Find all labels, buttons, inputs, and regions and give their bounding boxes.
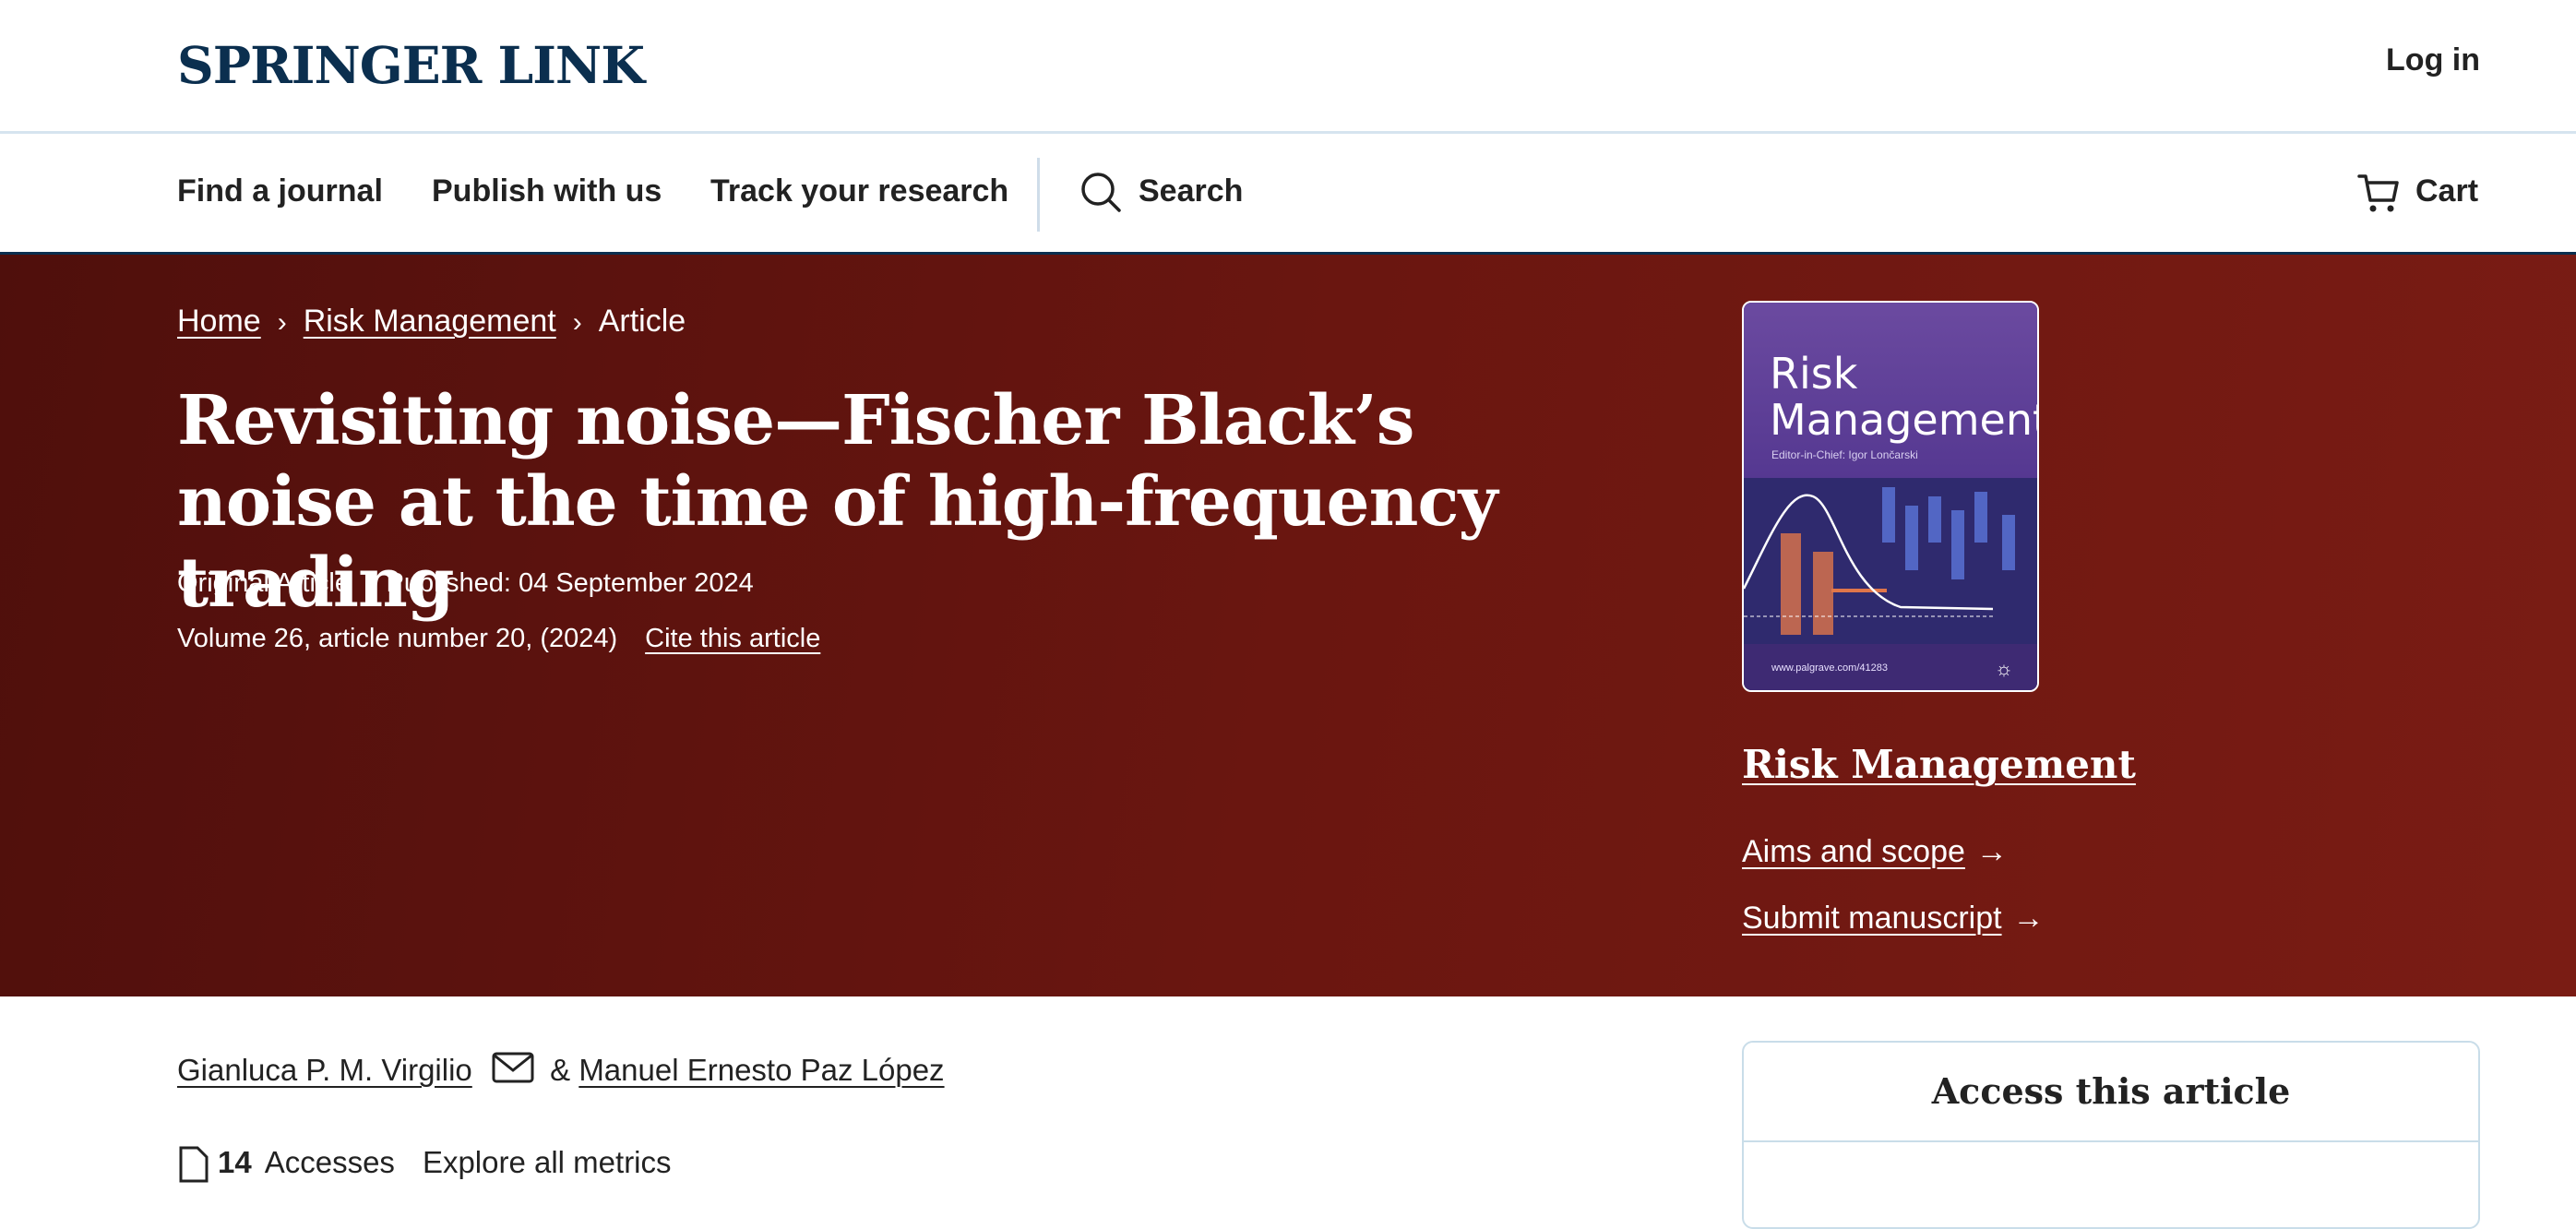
aims-scope-link[interactable]: Aims and scope — [1742, 834, 1965, 869]
explore-metrics-link[interactable]: Explore all metrics — [423, 1145, 672, 1179]
article-type: Original Article — [177, 568, 350, 598]
cart-label: Cart — [2415, 173, 2479, 209]
arrow-right-icon: → — [2012, 901, 2045, 936]
aims-scope-row: Aims and scope → — [1742, 834, 2008, 870]
springer-link-logo[interactable]: SPRINGER LINK — [177, 35, 645, 96]
chevron-right-icon: › — [277, 307, 287, 338]
author-list: Gianluca P. M. Virgilio & Manuel Ernesto… — [177, 1050, 945, 1094]
meta-separator: | — [364, 568, 372, 598]
cart-icon — [2357, 174, 2399, 212]
nav-track-research[interactable]: Track your research — [710, 171, 1008, 211]
search-label: Search — [1139, 173, 1244, 209]
search-button[interactable]: Search — [1079, 171, 1264, 212]
submit-manuscript-row: Submit manuscript → — [1742, 901, 2045, 937]
breadcrumb-home[interactable]: Home — [177, 304, 261, 339]
main-nav: Find a journal Publish with us Track you… — [0, 134, 2576, 255]
nav-publish-with-us[interactable]: Publish with us — [432, 171, 662, 211]
journal-name-link[interactable]: Risk Management — [1742, 742, 2136, 787]
breadcrumb-journal[interactable]: Risk Management — [304, 304, 556, 339]
email-icon[interactable] — [492, 1051, 534, 1094]
journal-cover[interactable]: Risk Management Editor-in-Chief: Igor Lon… — [1742, 301, 2039, 692]
published-date: Published: 04 September 2024 — [386, 568, 754, 598]
publisher-mark-icon: ☼ — [1994, 657, 2013, 680]
document-icon — [179, 1146, 209, 1183]
cover-image — [1744, 478, 2037, 644]
access-article-title: Access this article — [1931, 1070, 2291, 1112]
author-link[interactable]: Manuel Ernesto Paz López — [578, 1053, 944, 1087]
search-icon — [1081, 173, 1121, 212]
submit-manuscript-link[interactable]: Submit manuscript — [1742, 901, 2002, 936]
author-link[interactable]: Gianluca P. M. Virgilio — [177, 1053, 472, 1087]
cover-title: Risk Management — [1770, 349, 2039, 445]
article-volume-row: Volume 26, article number 20, (2024) Cite… — [177, 620, 820, 657]
article-metrics: 14 Accesses Explore all metrics — [177, 1142, 672, 1183]
breadcrumb-current: Article — [598, 304, 686, 339]
nav-find-journal[interactable]: Find a journal — [177, 171, 383, 211]
article-hero: Home › Risk Management › Article Revisiting … — [0, 255, 2576, 996]
accesses-count: 14 — [218, 1145, 252, 1179]
author-separator: & — [550, 1053, 571, 1087]
nav-divider — [1037, 158, 1040, 232]
cite-article-link[interactable]: Cite this article — [645, 624, 820, 653]
article-meta: Original Article | Published: 04 September… — [177, 565, 754, 602]
cart-button[interactable]: Cart — [2356, 171, 2480, 212]
cover-editor: Editor-in-Chief: Igor Lončarski — [1771, 448, 1918, 461]
chevron-right-icon: › — [572, 307, 582, 338]
login-link[interactable]: Log in — [2386, 42, 2480, 78]
divider — [1744, 1140, 2478, 1142]
breadcrumb: Home › Risk Management › Article — [177, 301, 686, 343]
accesses-label: Accesses — [264, 1145, 395, 1179]
arrow-right-icon: → — [1975, 834, 2008, 869]
cover-url: www.palgrave.com/41283 — [1771, 662, 1888, 674]
site-header: SPRINGER LINK Log in — [0, 0, 2576, 134]
access-article-box: Access this article — [1742, 1041, 2480, 1229]
volume-info: Volume 26, article number 20, (2024) — [177, 624, 618, 653]
